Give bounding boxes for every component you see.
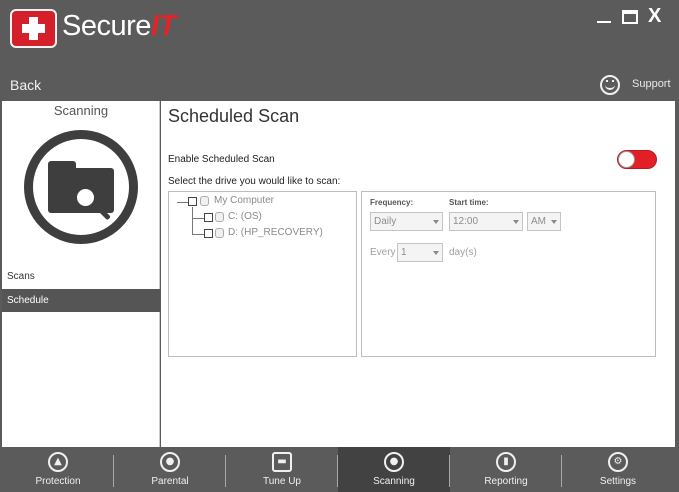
back-button[interactable]: Back: [10, 77, 41, 93]
tree-line: [192, 234, 204, 235]
start-time-select[interactable]: 12:00: [449, 212, 523, 231]
close-button[interactable]: X: [648, 5, 661, 28]
every-days-select[interactable]: 1: [397, 243, 443, 262]
minimize-button[interactable]: [597, 21, 611, 23]
drive-icon: [215, 228, 224, 238]
nav-tune-up[interactable]: ▬ Tune Up: [226, 447, 338, 492]
nav-label: Reporting: [484, 476, 528, 487]
tree-line: [177, 202, 188, 203]
drive-tree: My Computer C: (OS) D: (HP_RECOVERY): [168, 191, 357, 357]
folder-search-icon: [24, 130, 138, 244]
tree-item-drive-d[interactable]: D: (HP_RECOVERY): [228, 227, 323, 238]
frequency-select[interactable]: Daily: [370, 212, 443, 231]
select-drive-label: Select the drive you would like to scan:: [168, 176, 341, 187]
drive-d-checkbox[interactable]: [204, 229, 213, 238]
nav-label: Scanning: [373, 476, 415, 487]
schedule-settings-panel: Frequency: Start time: Daily 12:00 AM Ev…: [361, 191, 656, 357]
every-label: Every: [370, 247, 396, 258]
tree-item-drive-c[interactable]: C: (OS): [228, 211, 262, 222]
sidebar-title: Scanning: [53, 103, 109, 118]
logo-wordmark: SecureIT: [62, 10, 176, 42]
page-title: Scheduled Scan: [168, 106, 300, 126]
my-computer-checkbox[interactable]: [188, 197, 197, 206]
frequency-label: Frequency:: [370, 198, 414, 207]
tree-item-my-computer[interactable]: My Computer: [214, 195, 274, 206]
support-icon[interactable]: [600, 75, 620, 95]
main-panel: Scheduled Scan Enable Scheduled Scan Sel…: [161, 101, 675, 447]
scanning-icon: ●: [384, 452, 404, 472]
nav-parental[interactable]: ● Parental: [114, 447, 226, 492]
lock-icon: ▲: [48, 452, 68, 472]
tree-line: [192, 207, 193, 235]
sidebar-item-scans[interactable]: Scans: [2, 265, 160, 288]
nav-protection[interactable]: ▲ Protection: [2, 447, 114, 492]
ampm-select[interactable]: AM: [527, 212, 561, 231]
drive-c-checkbox[interactable]: [204, 213, 213, 222]
tuneup-icon: ▬: [272, 452, 292, 472]
title-bar: SecureIT X Back Support: [0, 0, 679, 101]
nav-label: Parental: [151, 476, 189, 487]
nav-settings[interactable]: ⚙ Settings: [562, 447, 674, 492]
bottom-nav: ▲ Protection ● Parental ▬ Tune Up ● Scan…: [0, 447, 679, 492]
drive-icon: [215, 212, 224, 222]
days-label: day(s): [449, 247, 477, 258]
parental-icon: ●: [160, 452, 180, 472]
nav-label: Settings: [599, 476, 637, 487]
maximize-button[interactable]: [622, 10, 638, 24]
nav-scanning[interactable]: ● Scanning: [338, 447, 450, 492]
enable-scheduled-scan-toggle[interactable]: [617, 150, 657, 169]
nav-reporting[interactable]: ▮ Reporting: [450, 447, 562, 492]
nav-label: Protection: [35, 476, 81, 487]
sidebar-item-schedule[interactable]: Schedule: [2, 289, 160, 312]
gear-icon: ⚙: [608, 452, 628, 472]
computer-icon: [200, 196, 209, 206]
logo-cross-icon: [10, 9, 57, 48]
enable-scheduled-scan-label: Enable Scheduled Scan: [168, 154, 275, 165]
support-link[interactable]: Support: [632, 78, 671, 90]
sidebar: Scanning Scans Schedule: [2, 101, 160, 447]
nav-label: Tune Up: [263, 476, 301, 487]
toggle-knob: [618, 151, 635, 168]
start-time-label: Start time:: [449, 198, 489, 207]
tree-line: [192, 218, 204, 219]
reporting-icon: ▮: [496, 452, 516, 472]
